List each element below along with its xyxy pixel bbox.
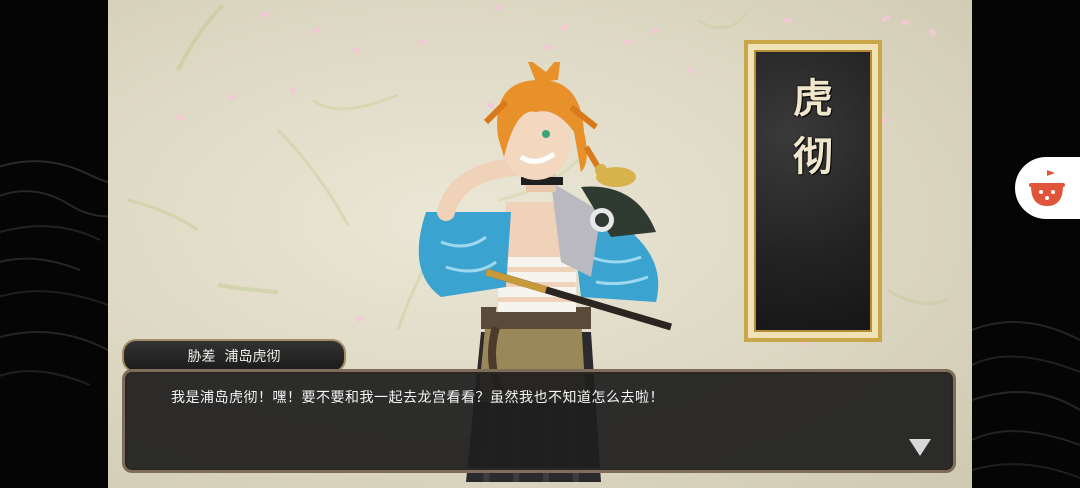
dialog-box[interactable]: 我是浦岛虎彻！嘿！要不要和我一起去龙宫看看？虽然我也不知道怎么去啦！: [122, 369, 956, 473]
name-plaque-char-2: 彻: [793, 133, 833, 180]
right-margin: [972, 0, 1080, 488]
tomato-assistant-icon: [1029, 170, 1065, 206]
triangle-down-icon[interactable]: [909, 439, 931, 456]
character-name-plaque: 虎 彻: [744, 40, 882, 342]
name-plaque-board: 虎 彻: [754, 50, 872, 332]
floating-assistant-button[interactable]: [1015, 157, 1080, 219]
wave-pattern-left: [0, 160, 108, 386]
speaker-name-plate: 胁差 浦岛虎彻: [122, 339, 346, 373]
wave-pattern-right: [972, 321, 1080, 479]
dialog-text: 我是浦岛虎彻！嘿！要不要和我一起去龙宫看看？虽然我也不知道怎么去啦！: [171, 390, 664, 406]
left-margin: [0, 0, 108, 488]
speaker-name: 胁差 浦岛虎彻: [187, 349, 281, 365]
name-plaque-char-1: 虎: [793, 75, 833, 122]
